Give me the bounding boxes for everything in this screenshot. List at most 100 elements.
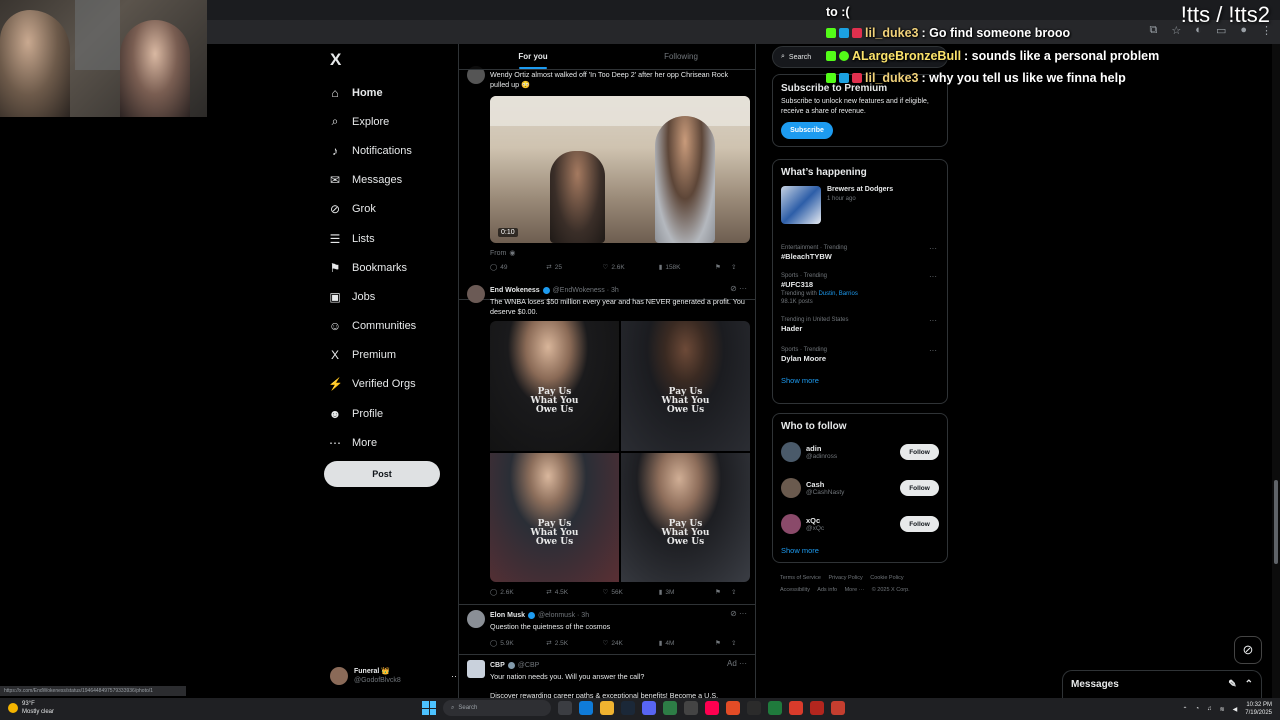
tweet[interactable]: ⊘ ··· End Wokeness @EndWokeness · 3h The …	[459, 281, 755, 605]
chrome-icon[interactable]	[789, 701, 803, 715]
bookmark-button[interactable]: ⚑	[715, 639, 731, 647]
nav-item-bookmarks[interactable]: ⚑ Bookmarks	[328, 253, 458, 282]
avatar[interactable]	[467, 285, 485, 303]
footer-link[interactable]: Accessibility	[780, 587, 810, 593]
file-explorer-icon[interactable]	[600, 701, 614, 715]
nav-item-profile[interactable]: ☻ Profile	[328, 399, 458, 428]
photo-1[interactable]: Pay Us What You Owe Us	[490, 321, 619, 451]
author-handle[interactable]: @elonmusk · 3h	[538, 612, 589, 619]
tweet[interactable]: ⊘ ··· Elon Musk @elonmusk · 3h Question t…	[459, 605, 755, 655]
show-more-link[interactable]: Show more	[781, 546, 939, 555]
x-logo-icon[interactable]: X	[330, 50, 341, 70]
nav-item-lists[interactable]: ☰ Lists	[328, 224, 458, 253]
follow-suggestion[interactable]: Cash @CashNasty Follow	[781, 472, 939, 504]
chrome-icon[interactable]	[810, 701, 824, 715]
more-dots-icon[interactable]: ···	[929, 244, 937, 253]
weather-widget[interactable]: 93°F Mostly clear	[8, 700, 54, 716]
tiktok-icon[interactable]	[705, 701, 719, 715]
share-button[interactable]: ⇪	[731, 588, 747, 596]
trend-item[interactable]: Entertainment · Trending #BleachTYBW ···	[781, 244, 939, 262]
author-name[interactable]: End Wokeness	[490, 287, 540, 294]
author-handle[interactable]: @CBP	[518, 662, 540, 669]
excel-icon[interactable]	[768, 701, 782, 715]
nav-item-premium[interactable]: X Premium	[328, 341, 458, 370]
bookmark-button[interactable]: ⚑	[715, 588, 731, 596]
promoted-tweet[interactable]: Ad ··· CBP @CBP Your nation needs you. Wi…	[459, 655, 755, 700]
nav-item-jobs[interactable]: ▣ Jobs	[328, 282, 458, 311]
repost-button[interactable]: ⇄ 2.5K	[546, 639, 602, 648]
author-name[interactable]: CBP	[490, 662, 505, 669]
nav-item-notifications[interactable]: ♪ Notifications	[328, 136, 458, 165]
app-icon[interactable]	[747, 701, 761, 715]
more-dots-icon[interactable]: ···	[929, 316, 937, 325]
bookmark-button[interactable]: ⚑	[715, 263, 731, 271]
trend-item[interactable]: Sports · Trending Dylan Moore ···	[781, 346, 939, 364]
views-button[interactable]: ▮ 4M	[659, 639, 715, 648]
task-view-icon[interactable]	[558, 701, 572, 715]
trend-item[interactable]: Trending in United States Hader ···	[781, 316, 939, 334]
steam-icon[interactable]	[621, 701, 635, 715]
like-button[interactable]: ♡ 2.6K	[603, 263, 659, 272]
photo-4[interactable]: Pay Us What You Owe Us	[621, 452, 750, 582]
chrome-icon[interactable]	[831, 701, 845, 715]
reply-button[interactable]: ◯ 5.9K	[490, 639, 546, 648]
app-icon[interactable]	[663, 701, 677, 715]
grok-floating-icon[interactable]: ⊘	[1234, 636, 1262, 664]
account-switcher[interactable]: Funeral 👑 @GodofBlvck8 ···	[330, 664, 460, 688]
footer-link[interactable]: Privacy Policy	[829, 575, 863, 581]
mic-icon[interactable]: ♫	[1207, 706, 1212, 712]
follow-button[interactable]: Follow	[900, 480, 939, 496]
clock[interactable]: 10:32 PM 7/19/2025	[1245, 701, 1272, 717]
subscribe-button[interactable]: Subscribe	[781, 122, 833, 139]
footer-link[interactable]: Cookie Policy	[870, 575, 903, 581]
reply-button[interactable]: ◯ 2.6K	[490, 588, 546, 597]
tab-following[interactable]: Following	[607, 44, 755, 69]
scrollbar-thumb[interactable]	[1274, 480, 1278, 564]
like-button[interactable]: ♡ 56K	[603, 588, 659, 597]
taskbar-search[interactable]: ⌕ Search	[443, 700, 551, 716]
nav-item-explore[interactable]: ⌕ Explore	[328, 107, 458, 136]
repost-button[interactable]: ⇄ 25	[546, 263, 602, 272]
tweet-photo-grid[interactable]: Pay Us What You Owe Us Pay Us What You O…	[490, 321, 750, 582]
share-button[interactable]: ⇪	[731, 263, 747, 271]
nav-item-messages[interactable]: ✉ Messages	[328, 166, 458, 195]
avatar[interactable]	[781, 514, 801, 534]
tab-for-you[interactable]: For you	[459, 44, 607, 69]
avatar[interactable]	[467, 610, 485, 628]
nav-item-more[interactable]: ⋯ More	[328, 428, 458, 457]
event-card[interactable]: Brewers at Dodgers 1 hour ago	[781, 186, 939, 224]
page-scrollbar[interactable]	[1272, 44, 1280, 700]
follow-suggestion[interactable]: xQc @xQc Follow	[781, 508, 939, 540]
wifi-icon[interactable]: ≋	[1220, 706, 1225, 713]
discord-icon[interactable]	[642, 701, 656, 715]
tweet-video[interactable]: 0:10	[490, 96, 750, 243]
share-button[interactable]: ⇪	[731, 639, 747, 647]
nav-item-verified-orgs[interactable]: ⚡ Verified Orgs	[328, 370, 458, 399]
trend-item[interactable]: Sports · Trending #UFC318 Trending with …	[781, 272, 939, 306]
author-name[interactable]: Elon Musk	[490, 612, 525, 619]
footer-link[interactable]: More ···	[845, 587, 865, 593]
app-icon[interactable]	[684, 701, 698, 715]
footer-link[interactable]: Terms of Service	[780, 575, 821, 581]
views-button[interactable]: ▮ 158K	[659, 263, 715, 272]
nav-item-communities[interactable]: ☺ Communities	[328, 312, 458, 341]
show-more-link[interactable]: Show more	[781, 376, 939, 385]
windows-start-icon[interactable]	[422, 701, 436, 715]
views-button[interactable]: ▮ 3M	[659, 588, 715, 597]
author-handle[interactable]: @EndWokeness · 3h	[553, 287, 619, 294]
more-dots-icon[interactable]: ···	[929, 272, 937, 281]
photo-2[interactable]: Pay Us What You Owe Us	[621, 321, 750, 451]
compose-message-icon[interactable]: ✎	[1228, 679, 1236, 690]
reply-button[interactable]: ◯ 49	[490, 263, 546, 272]
volume-icon[interactable]: ◀	[1233, 706, 1238, 713]
nav-item-grok[interactable]: ⊘ Grok	[328, 195, 458, 224]
like-button[interactable]: ♡ 24K	[603, 639, 659, 648]
tray-overflow-icon[interactable]: ⌃	[1182, 706, 1187, 713]
post-button[interactable]: Post	[324, 461, 440, 487]
follow-button[interactable]: Follow	[900, 516, 939, 532]
follow-button[interactable]: Follow	[900, 444, 939, 460]
trend-links[interactable]: Dustin, Barrios	[818, 291, 857, 297]
nav-item-home[interactable]: ⌂ Home	[328, 78, 458, 107]
expand-icon[interactable]: ⌃	[1245, 679, 1253, 690]
follow-suggestion[interactable]: adin @adinross Follow	[781, 436, 939, 468]
